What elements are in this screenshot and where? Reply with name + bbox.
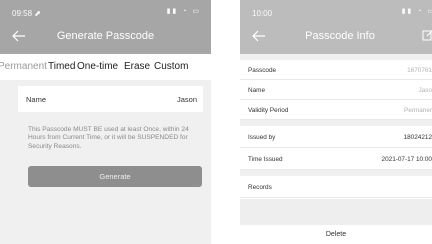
- status-icons: ▮▮ ◔ ▭: [401, 8, 432, 15]
- tab-timed[interactable]: Timed: [48, 61, 75, 72]
- row-value: 2021-07-17 10:00: [381, 156, 432, 163]
- row-label: Records: [248, 184, 272, 191]
- passcode-info-screen: 10:00 ▮▮ ◔ ▭ Passcode Info Passcode 1670…: [240, 0, 432, 244]
- usage-notice: This Passcode MUST BE used at least Once…: [28, 126, 189, 150]
- row-label: Passcode: [248, 67, 277, 74]
- status-time: 09:58 ⬈: [12, 9, 41, 18]
- name-label: Name: [26, 95, 47, 104]
- row-label: Validity Period: [248, 107, 289, 114]
- row-value: Jaso: [418, 87, 432, 94]
- row-label: Issued by: [248, 134, 276, 141]
- row-passcode: Passcode 1670761: [240, 60, 432, 80]
- row-label: Name: [248, 87, 266, 94]
- tab-one-time[interactable]: One-time: [77, 61, 118, 72]
- row-name[interactable]: Name Jaso: [240, 80, 432, 100]
- row-time-issued: Time Issued 2021-07-17 10:00: [240, 148, 432, 170]
- generate-button[interactable]: Generate: [28, 166, 202, 187]
- row-records[interactable]: Records: [240, 176, 432, 198]
- empty-area: [240, 199, 432, 225]
- row-validity-period: Validity Period Permaner: [240, 100, 432, 120]
- delete-button[interactable]: Delete: [240, 226, 432, 244]
- status-time: 10:00: [252, 9, 273, 18]
- row-issued-by: Issued by 18024212: [240, 126, 432, 148]
- header-bar: 10:00 ▮▮ ◔ ▭ Passcode Info: [240, 0, 432, 54]
- row-value: Permaner: [403, 107, 432, 114]
- passcode-type-tabs: Permanent Timed One-time Erase Custom: [0, 54, 211, 80]
- name-value: Jason: [176, 95, 197, 104]
- tab-erase[interactable]: Erase: [124, 61, 150, 72]
- row-label: Time Issued: [248, 156, 283, 163]
- tab-permanent[interactable]: Permanent: [0, 61, 47, 72]
- row-value: 18024212: [403, 134, 432, 141]
- passcode-info-list: Passcode 1670761 Name Jaso Validity Peri…: [240, 54, 432, 198]
- name-field[interactable]: Name Jason: [18, 86, 203, 112]
- page-title: Generate Passcode: [56, 30, 155, 42]
- edit-icon[interactable]: [422, 29, 432, 41]
- status-icons: ▮▮ ◔ ▭: [166, 8, 201, 15]
- header-bar: 09:58 ⬈ ▮▮ ◔ ▭ Generate Passcode: [0, 0, 211, 54]
- page-title: Passcode Info: [305, 30, 375, 42]
- tab-custom[interactable]: Custom: [154, 61, 188, 72]
- generate-passcode-screen: 09:58 ⬈ ▮▮ ◔ ▭ Generate Passcode Permane…: [0, 0, 211, 244]
- row-value: 1670761: [407, 67, 432, 74]
